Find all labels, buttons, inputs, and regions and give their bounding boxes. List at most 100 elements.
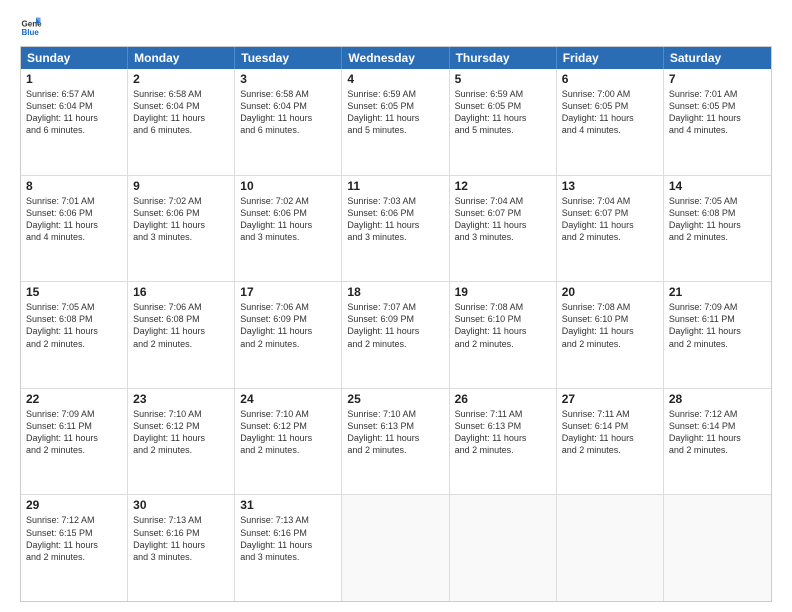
day-number: 16 [133, 285, 229, 299]
cal-cell: 10 Sunrise: 7:02 AM Sunset: 6:06 PM Dayli… [235, 176, 342, 282]
day-number: 10 [240, 179, 336, 193]
cal-cell: 4 Sunrise: 6:59 AM Sunset: 6:05 PM Daylig… [342, 69, 449, 175]
cal-cell: 12 Sunrise: 7:04 AM Sunset: 6:07 PM Dayli… [450, 176, 557, 282]
day-info: Sunrise: 7:02 AM Sunset: 6:06 PM Dayligh… [133, 195, 229, 244]
day-info: Sunrise: 7:06 AM Sunset: 6:08 PM Dayligh… [133, 301, 229, 350]
cal-cell: 27Sunrise: 7:11 AM Sunset: 6:14 PM Dayli… [557, 389, 664, 495]
cal-cell: 5 Sunrise: 6:59 AM Sunset: 6:05 PM Daylig… [450, 69, 557, 175]
cal-cell: 28Sunrise: 7:12 AM Sunset: 6:14 PM Dayli… [664, 389, 771, 495]
day-info: Sunrise: 7:12 AM Sunset: 6:14 PM Dayligh… [669, 408, 766, 457]
day-number: 17 [240, 285, 336, 299]
day-info: Sunrise: 7:04 AM Sunset: 6:07 PM Dayligh… [455, 195, 551, 244]
calendar: SundayMondayTuesdayWednesdayThursdayFrid… [20, 46, 772, 602]
day-info: Sunrise: 7:00 AM Sunset: 6:05 PM Dayligh… [562, 88, 658, 137]
day-number: 11 [347, 179, 443, 193]
cal-header-friday: Friday [557, 47, 664, 69]
day-info: Sunrise: 7:08 AM Sunset: 6:10 PM Dayligh… [455, 301, 551, 350]
day-info: Sunrise: 6:57 AM Sunset: 6:04 PM Dayligh… [26, 88, 122, 137]
day-number: 22 [26, 392, 122, 406]
day-info: Sunrise: 7:10 AM Sunset: 6:13 PM Dayligh… [347, 408, 443, 457]
cal-cell: 29Sunrise: 7:12 AM Sunset: 6:15 PM Dayli… [21, 495, 128, 601]
cal-cell: 7 Sunrise: 7:01 AM Sunset: 6:05 PM Daylig… [664, 69, 771, 175]
day-number: 25 [347, 392, 443, 406]
cal-cell: 6 Sunrise: 7:00 AM Sunset: 6:05 PM Daylig… [557, 69, 664, 175]
cal-cell: 26 Sunrise: 7:11 AM Sunset: 6:13 PM Dayli… [450, 389, 557, 495]
calendar-header-row: SundayMondayTuesdayWednesdayThursdayFrid… [21, 47, 771, 69]
day-info: Sunrise: 7:01 AM Sunset: 6:06 PM Dayligh… [26, 195, 122, 244]
day-info: Sunrise: 7:10 AM Sunset: 6:12 PM Dayligh… [133, 408, 229, 457]
day-number: 5 [455, 72, 551, 86]
day-info: Sunrise: 6:58 AM Sunset: 6:04 PM Dayligh… [240, 88, 336, 137]
day-info: Sunrise: 7:11 AM Sunset: 6:13 PM Dayligh… [455, 408, 551, 457]
day-number: 7 [669, 72, 766, 86]
cal-cell [342, 495, 449, 601]
day-number: 14 [669, 179, 766, 193]
cal-cell: 11 Sunrise: 7:03 AM Sunset: 6:06 PM Dayli… [342, 176, 449, 282]
cal-week-3: 15 Sunrise: 7:05 AM Sunset: 6:08 PM Dayli… [21, 282, 771, 389]
day-number: 24 [240, 392, 336, 406]
svg-text:Blue: Blue [21, 28, 39, 37]
cal-cell [664, 495, 771, 601]
day-info: Sunrise: 7:13 AM Sunset: 6:16 PM Dayligh… [133, 514, 229, 563]
day-info: Sunrise: 7:12 AM Sunset: 6:15 PM Dayligh… [26, 514, 122, 563]
cal-week-5: 29Sunrise: 7:12 AM Sunset: 6:15 PM Dayli… [21, 495, 771, 601]
cal-cell: 3Sunrise: 6:58 AM Sunset: 6:04 PM Daylig… [235, 69, 342, 175]
calendar-body: 1Sunrise: 6:57 AM Sunset: 6:04 PM Daylig… [21, 69, 771, 601]
cal-cell: 16 Sunrise: 7:06 AM Sunset: 6:08 PM Dayli… [128, 282, 235, 388]
day-info: Sunrise: 7:11 AM Sunset: 6:14 PM Dayligh… [562, 408, 658, 457]
day-info: Sunrise: 6:59 AM Sunset: 6:05 PM Dayligh… [347, 88, 443, 137]
day-info: Sunrise: 7:07 AM Sunset: 6:09 PM Dayligh… [347, 301, 443, 350]
cal-cell: 15 Sunrise: 7:05 AM Sunset: 6:08 PM Dayli… [21, 282, 128, 388]
day-info: Sunrise: 7:05 AM Sunset: 6:08 PM Dayligh… [26, 301, 122, 350]
day-number: 15 [26, 285, 122, 299]
cal-cell: 20 Sunrise: 7:08 AM Sunset: 6:10 PM Dayli… [557, 282, 664, 388]
cal-cell: 8 Sunrise: 7:01 AM Sunset: 6:06 PM Daylig… [21, 176, 128, 282]
cal-cell: 1Sunrise: 6:57 AM Sunset: 6:04 PM Daylig… [21, 69, 128, 175]
day-number: 13 [562, 179, 658, 193]
cal-cell [450, 495, 557, 601]
day-number: 20 [562, 285, 658, 299]
day-number: 2 [133, 72, 229, 86]
day-number: 6 [562, 72, 658, 86]
day-info: Sunrise: 7:09 AM Sunset: 6:11 PM Dayligh… [26, 408, 122, 457]
day-info: Sunrise: 7:08 AM Sunset: 6:10 PM Dayligh… [562, 301, 658, 350]
cal-cell: 23 Sunrise: 7:10 AM Sunset: 6:12 PM Dayli… [128, 389, 235, 495]
day-info: Sunrise: 7:13 AM Sunset: 6:16 PM Dayligh… [240, 514, 336, 563]
day-number: 31 [240, 498, 336, 512]
cal-cell: 18Sunrise: 7:07 AM Sunset: 6:09 PM Dayli… [342, 282, 449, 388]
cal-week-2: 8 Sunrise: 7:01 AM Sunset: 6:06 PM Daylig… [21, 176, 771, 283]
day-info: Sunrise: 7:02 AM Sunset: 6:06 PM Dayligh… [240, 195, 336, 244]
cal-header-monday: Monday [128, 47, 235, 69]
page: General Blue SundayMondayTuesdayWednesda… [0, 0, 792, 612]
day-number: 23 [133, 392, 229, 406]
cal-cell: 31 Sunrise: 7:13 AM Sunset: 6:16 PM Dayli… [235, 495, 342, 601]
day-info: Sunrise: 7:10 AM Sunset: 6:12 PM Dayligh… [240, 408, 336, 457]
day-number: 26 [455, 392, 551, 406]
cal-cell: 30Sunrise: 7:13 AM Sunset: 6:16 PM Dayli… [128, 495, 235, 601]
day-info: Sunrise: 7:03 AM Sunset: 6:06 PM Dayligh… [347, 195, 443, 244]
cal-cell: 17 Sunrise: 7:06 AM Sunset: 6:09 PM Dayli… [235, 282, 342, 388]
cal-header-thursday: Thursday [450, 47, 557, 69]
day-info: Sunrise: 7:09 AM Sunset: 6:11 PM Dayligh… [669, 301, 766, 350]
cal-cell: 24 Sunrise: 7:10 AM Sunset: 6:12 PM Dayli… [235, 389, 342, 495]
cal-cell: 9Sunrise: 7:02 AM Sunset: 6:06 PM Daylig… [128, 176, 235, 282]
header: General Blue [20, 16, 772, 38]
day-number: 12 [455, 179, 551, 193]
day-info: Sunrise: 6:58 AM Sunset: 6:04 PM Dayligh… [133, 88, 229, 137]
cal-cell: 2 Sunrise: 6:58 AM Sunset: 6:04 PM Daylig… [128, 69, 235, 175]
cal-cell: 22 Sunrise: 7:09 AM Sunset: 6:11 PM Dayli… [21, 389, 128, 495]
day-number: 4 [347, 72, 443, 86]
day-number: 21 [669, 285, 766, 299]
cal-cell: 14Sunrise: 7:05 AM Sunset: 6:08 PM Dayli… [664, 176, 771, 282]
day-info: Sunrise: 7:01 AM Sunset: 6:05 PM Dayligh… [669, 88, 766, 137]
cal-header-wednesday: Wednesday [342, 47, 449, 69]
cal-cell: 21 Sunrise: 7:09 AM Sunset: 6:11 PM Dayli… [664, 282, 771, 388]
cal-week-1: 1Sunrise: 6:57 AM Sunset: 6:04 PM Daylig… [21, 69, 771, 176]
day-info: Sunrise: 7:06 AM Sunset: 6:09 PM Dayligh… [240, 301, 336, 350]
cal-cell: 25 Sunrise: 7:10 AM Sunset: 6:13 PM Dayli… [342, 389, 449, 495]
logo-icon: General Blue [20, 16, 42, 38]
day-number: 8 [26, 179, 122, 193]
cal-header-tuesday: Tuesday [235, 47, 342, 69]
day-info: Sunrise: 6:59 AM Sunset: 6:05 PM Dayligh… [455, 88, 551, 137]
cal-header-saturday: Saturday [664, 47, 771, 69]
